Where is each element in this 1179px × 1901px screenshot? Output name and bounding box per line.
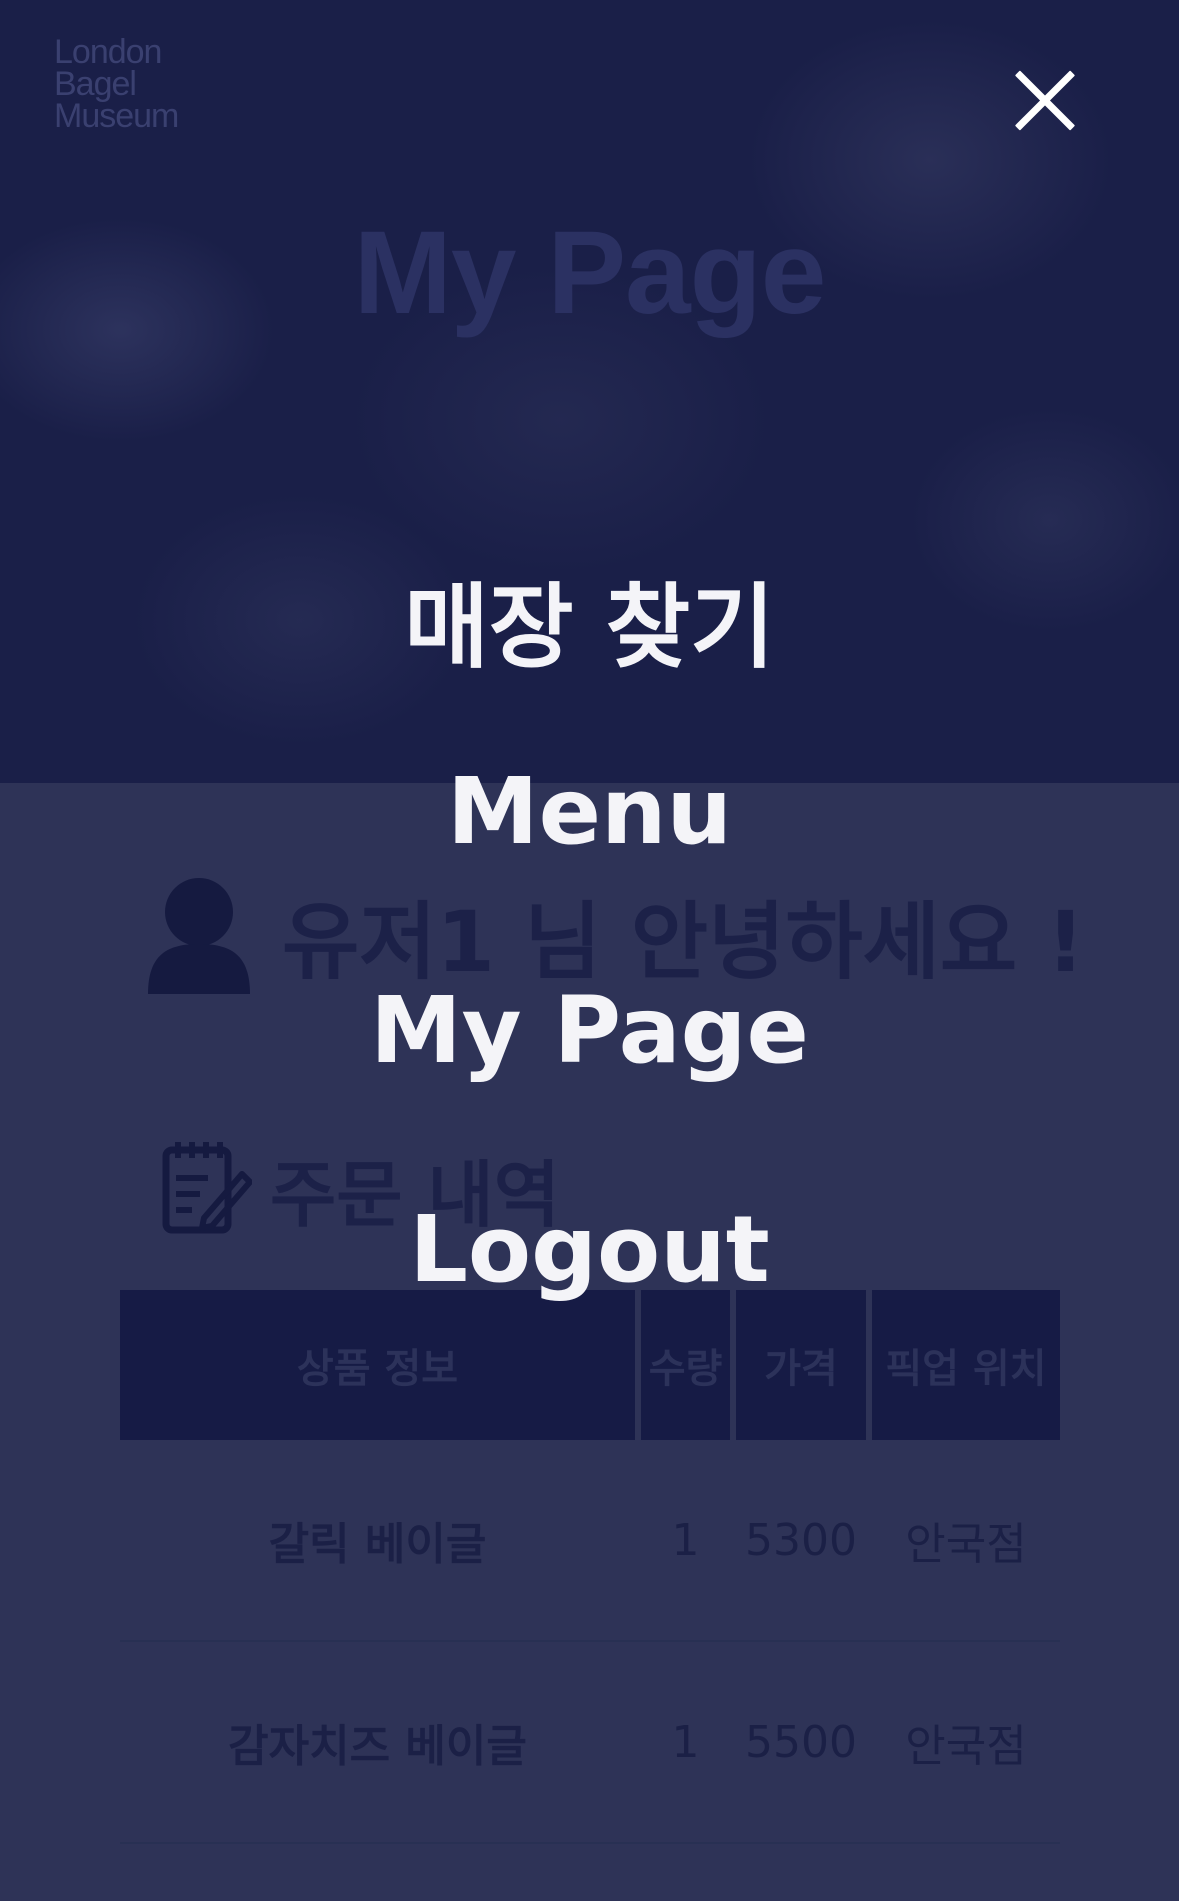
pickup-location: 안국점	[905, 1519, 1027, 1570]
nav-item-my-page[interactable]: My Page	[0, 971, 1179, 1091]
nav-item-menu[interactable]: Menu	[0, 752, 1179, 872]
brand-logo[interactable]: London Bagel Museum	[54, 33, 204, 135]
price: 5500	[745, 1716, 857, 1768]
table-row[interactable]: 감자치즈 베이글 1 5500 안국점	[120, 1642, 1060, 1844]
nav-item-logout[interactable]: Logout	[0, 1190, 1179, 1310]
column-header: 상품 정보	[120, 1290, 635, 1440]
page-title: My Page	[353, 207, 827, 339]
orders-table: 상품 정보 수량 가격 픽업 위치 갈릭 베이글 1 5300 안국점 감자치즈…	[120, 1290, 1060, 1844]
column-header: 가격	[736, 1290, 866, 1440]
logo-line: London	[54, 33, 162, 71]
product-name: 갈릭 베이글	[268, 1519, 487, 1570]
pickup-location: 안국점	[905, 1721, 1027, 1772]
close-icon[interactable]	[1010, 66, 1080, 136]
quantity: 1	[671, 1514, 700, 1566]
price: 5300	[745, 1514, 857, 1566]
logo-line: Bagel	[54, 65, 137, 103]
column-header: 픽업 위치	[872, 1290, 1060, 1440]
column-header: 수량	[641, 1290, 730, 1440]
nav-item-store-finder[interactable]: 매장 찾기	[0, 568, 1179, 688]
logo-line: Museum	[54, 97, 179, 135]
table-header: 상품 정보 수량 가격 픽업 위치	[120, 1290, 1060, 1440]
quantity: 1	[671, 1716, 700, 1768]
table-row[interactable]: 갈릭 베이글 1 5300 안국점	[120, 1440, 1060, 1642]
product-name: 감자치즈 베이글	[228, 1721, 527, 1772]
